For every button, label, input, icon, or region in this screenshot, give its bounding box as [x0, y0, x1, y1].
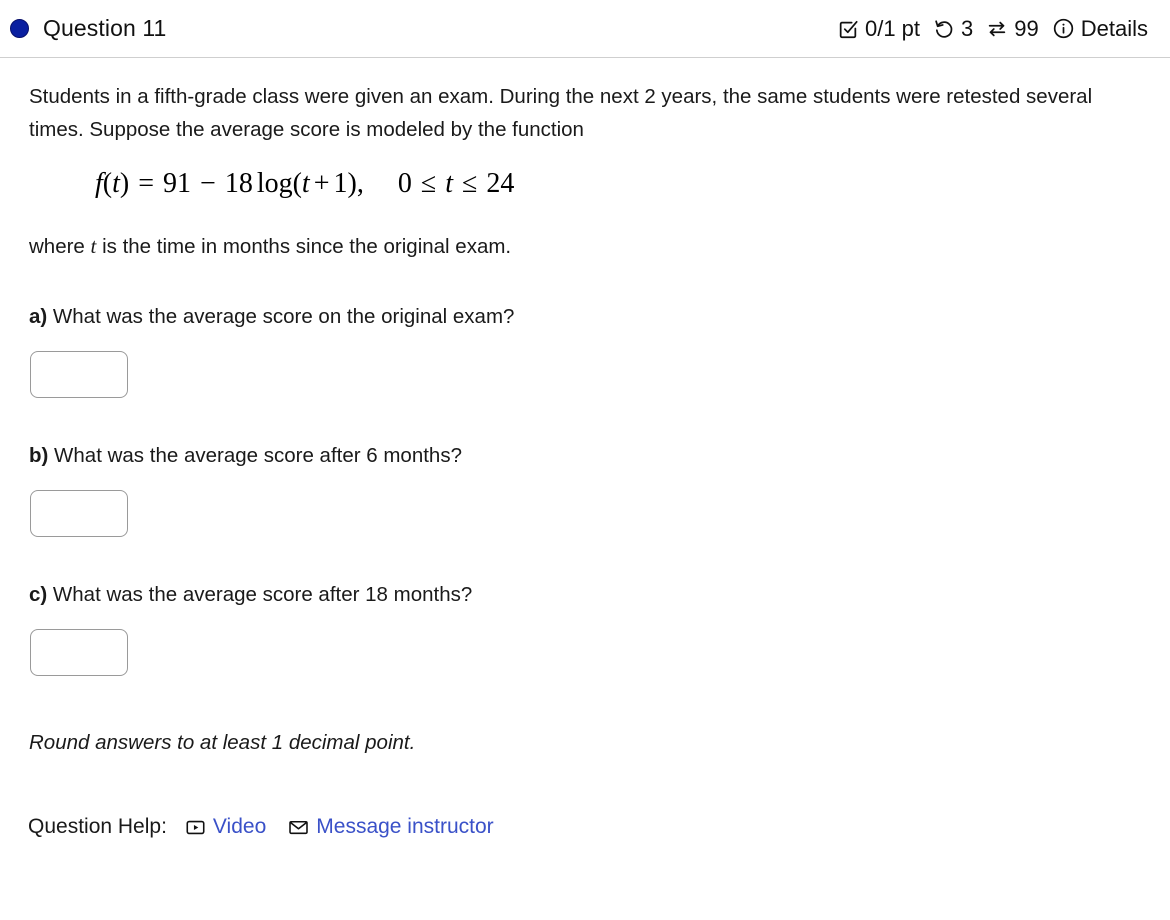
formula-domain-low: 0 [397, 168, 412, 200]
formula-minus: − [200, 168, 216, 200]
score-value: 0/1 pt [864, 15, 921, 41]
part-a-answer-input[interactable] [30, 351, 128, 399]
formula-inner-constant: 1 [333, 168, 348, 200]
versions-value: 99 [1014, 15, 1039, 41]
checkbox-checked-icon [837, 18, 859, 40]
details-button[interactable]: Details [1052, 16, 1148, 42]
part-a-label: a) [29, 305, 48, 329]
part-c-text: What was the average score after 18 mont… [47, 583, 473, 607]
video-help-label: Video [212, 815, 267, 839]
rotate-left-icon [933, 18, 955, 40]
formula-plus: + [313, 168, 330, 200]
where-prefix: where [29, 235, 91, 259]
formula-le-first: ≤ [420, 168, 437, 200]
part-a-text: What was the average score on the origin… [47, 305, 515, 329]
where-suffix: is the time in months since the original… [96, 235, 512, 259]
part-b-prompt: b) What was the average score after 6 mo… [29, 444, 1146, 468]
formula-paren-close: ) [119, 168, 130, 200]
video-play-icon [185, 817, 206, 838]
formula-coefficient: 18 [224, 168, 253, 200]
question-header: Question 11 0/1 pt 3 99 Details [0, 0, 1170, 58]
details-label: Details [1080, 15, 1148, 41]
formula-inner-paren-close: ) [347, 168, 357, 200]
info-circle-icon [1052, 17, 1075, 40]
attempts-group: 3 [933, 16, 973, 42]
envelope-icon [288, 817, 309, 838]
rounding-instruction: Round answers to at least 1 decimal poin… [29, 731, 416, 755]
question-help: Question Help: Video Message instructor [28, 815, 1146, 839]
formula-inner-variable: t [301, 168, 310, 200]
video-help-link[interactable]: Video [185, 815, 266, 839]
question-header-left: Question 11 [10, 15, 166, 42]
question-stem: Students in a fifth-grade class were giv… [29, 85, 1093, 142]
variable-definition: where t is the time in months since the … [29, 234, 1146, 259]
attempts-value: 3 [961, 15, 974, 41]
part-b-text: What was the average score after 6 month… [48, 444, 462, 468]
question-help-label: Question Help: [28, 815, 167, 839]
part-c-answer-input[interactable] [30, 629, 128, 677]
function-formula: f(t) = 91−18 log(t +1), 0 ≤ t ≤24 [29, 146, 1146, 214]
formula-le-second: ≤ [461, 168, 478, 200]
formula-constant: 91 [163, 168, 192, 200]
formula-log: log [256, 168, 293, 200]
part-a-prompt: a) What was the average score on the ori… [29, 305, 1146, 329]
part-c-prompt: c) What was the average score after 18 m… [29, 583, 1146, 607]
question-header-right: 0/1 pt 3 99 Details [837, 16, 1148, 42]
formula-domain-high: 24 [486, 168, 515, 200]
score-group: 0/1 pt [837, 16, 920, 42]
message-instructor-label: Message instructor [316, 815, 494, 839]
formula-inner-paren-open: ( [292, 168, 302, 200]
formula-function-name: f [95, 168, 103, 200]
exchange-arrows-icon [986, 18, 1008, 40]
message-instructor-link[interactable]: Message instructor [288, 815, 494, 839]
part-b-answer-input[interactable] [30, 490, 128, 538]
part-b-label: b) [29, 444, 49, 468]
part-c-label: c) [29, 583, 48, 607]
formula-equals: = [138, 168, 155, 200]
status-dot-icon [10, 19, 29, 38]
versions-group: 99 [986, 15, 1039, 42]
formula-comma: , [356, 168, 364, 200]
formula-paren-open: ( [102, 168, 113, 200]
question-body: Students in a fifth-grade class were giv… [0, 58, 1170, 839]
formula-domain-variable: t [445, 168, 453, 200]
page-title: Question 11 [43, 15, 167, 41]
formula-argument: t [112, 168, 120, 200]
